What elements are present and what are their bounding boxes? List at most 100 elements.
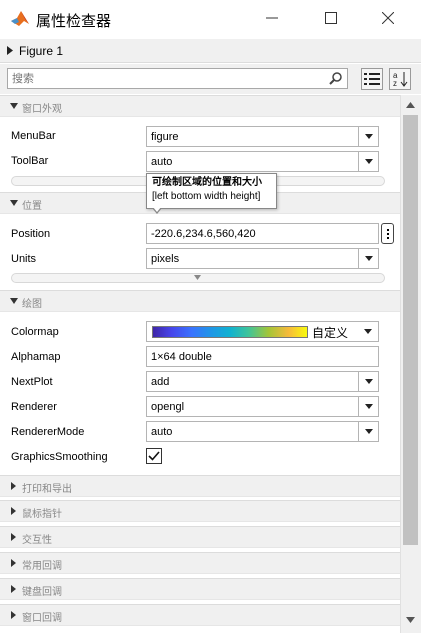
close-button[interactable]	[374, 6, 402, 30]
object-header[interactable]: Figure 1	[0, 39, 421, 63]
chevron-down-icon	[364, 134, 373, 139]
dropdown-arrow-button[interactable]	[358, 152, 378, 171]
scrollbar-thumb[interactable]	[403, 115, 418, 545]
prop-label-alphamap: Alphamap	[11, 351, 61, 363]
nextplot-value: add	[151, 376, 170, 388]
search-input[interactable]	[12, 71, 322, 86]
position-field[interactable]: -220.6,234.6,560,420	[146, 223, 379, 244]
section-label: 位置	[22, 201, 42, 212]
dropdown-arrow-button[interactable]	[358, 249, 378, 268]
expand-triangle-icon	[11, 507, 16, 515]
scroll-up-icon[interactable]	[406, 102, 415, 108]
chevron-down-icon	[194, 275, 201, 280]
scroll-down-icon[interactable]	[406, 617, 415, 623]
section-label: 窗口回调	[22, 613, 62, 624]
colormap-preview	[152, 326, 308, 338]
expand-triangle-icon	[11, 585, 16, 593]
renderermode-dropdown[interactable]: auto	[146, 421, 379, 442]
section-window-appearance[interactable]: 窗口外观	[0, 95, 400, 117]
search-toolbar: a z	[0, 64, 421, 94]
minimize-icon	[266, 17, 278, 19]
colormap-dropdown[interactable]: 自定义	[146, 321, 379, 342]
dot-icon	[386, 232, 389, 235]
tooltip-tail-fill	[153, 207, 161, 212]
renderer-value: opengl	[151, 401, 185, 413]
nextplot-dropdown[interactable]: add	[146, 371, 379, 392]
section-label: 交互性	[22, 535, 52, 546]
position-value: -220.6,234.6,560,420	[151, 228, 256, 240]
expand-triangle-icon	[11, 611, 16, 619]
dropdown-arrow-button[interactable]	[358, 372, 378, 391]
expand-triangle-icon	[11, 482, 16, 490]
dot-icon	[386, 236, 389, 239]
property-tooltip: 可绘制区域的位置和大小 [left bottom width height]	[146, 173, 277, 209]
prop-label-position: Position	[11, 228, 51, 240]
units-dropdown[interactable]: pixels	[146, 248, 379, 269]
prop-label-units: Units	[11, 253, 37, 265]
position-more-button[interactable]	[381, 223, 394, 244]
graphicssmoothing-checkbox[interactable]	[146, 448, 162, 464]
title-bar: 属性检查器	[0, 0, 421, 38]
vertical-scrollbar[interactable]	[400, 95, 421, 633]
prop-label-menubar: MenuBar	[11, 130, 56, 142]
toolbar-value: auto	[151, 156, 173, 168]
alphamap-field[interactable]: 1×64 double	[146, 346, 379, 367]
menubar-dropdown[interactable]: figure	[146, 126, 379, 147]
categorize-button[interactable]	[361, 68, 383, 90]
dropdown-arrow-button[interactable]	[358, 397, 378, 416]
collapse-triangle-icon	[10, 200, 18, 206]
section-label: 键盘回调	[22, 587, 62, 598]
sort-az-icon: a z	[393, 71, 408, 88]
object-label: Figure 1	[19, 44, 64, 58]
section-plotting[interactable]: 绘图	[0, 290, 400, 312]
section-window-callbacks[interactable]: 窗口回调	[0, 604, 400, 626]
checkmark-icon	[148, 451, 160, 461]
chevron-down-icon	[364, 329, 372, 334]
collapse-triangle-icon	[10, 298, 18, 304]
chevron-down-icon	[364, 256, 373, 261]
menubar-value: figure	[151, 131, 179, 143]
chevron-down-icon	[364, 159, 373, 164]
expand-triangle-icon	[7, 46, 13, 55]
window-title: 属性检查器	[36, 12, 112, 30]
section-label: 打印和导出	[22, 484, 72, 495]
expand-triangle-icon	[11, 533, 16, 541]
section-mouse-pointer[interactable]: 鼠标指针	[0, 500, 400, 522]
search-field[interactable]	[7, 68, 348, 89]
section-label: 鼠标指针	[22, 509, 62, 520]
colormap-value: 自定义	[312, 326, 349, 340]
more-properties-handle[interactable]	[11, 273, 385, 283]
expand-triangle-icon	[11, 559, 16, 567]
section-common-callbacks[interactable]: 常用回调	[0, 552, 400, 574]
section-label: 绘图	[22, 299, 42, 310]
prop-label-renderermode: RendererMode	[11, 426, 85, 438]
dropdown-arrow-button[interactable]	[358, 422, 378, 441]
renderer-dropdown[interactable]: opengl	[146, 396, 379, 417]
chevron-down-icon	[364, 429, 373, 434]
dropdown-arrow-button[interactable]	[358, 127, 378, 146]
prop-label-graphicssmoothing: GraphicsSmoothing	[11, 451, 108, 463]
maximize-button[interactable]	[317, 6, 345, 30]
dot-icon	[386, 228, 389, 231]
search-icon[interactable]	[329, 71, 343, 85]
prop-label-colormap: Colormap	[11, 326, 59, 338]
close-icon	[382, 12, 394, 24]
section-print-export[interactable]: 打印和导出	[0, 475, 400, 497]
section-keyboard-callbacks[interactable]: 键盘回调	[0, 578, 400, 600]
minimize-button[interactable]	[258, 6, 286, 30]
prop-label-nextplot: NextPlot	[11, 376, 53, 388]
alphamap-value: 1×64 double	[151, 351, 212, 363]
matlab-logo-icon	[11, 11, 29, 26]
maximize-icon	[325, 12, 337, 24]
prop-label-renderer: Renderer	[11, 401, 57, 413]
chevron-down-icon	[364, 379, 373, 384]
chevron-down-icon	[364, 404, 373, 409]
tooltip-subtitle: [left bottom width height]	[152, 191, 261, 202]
section-label: 常用回调	[22, 561, 62, 572]
sort-az-button[interactable]: a z	[389, 68, 411, 90]
units-value: pixels	[151, 253, 180, 265]
tooltip-title: 可绘制区域的位置和大小	[152, 177, 262, 188]
dropdown-arrow-button[interactable]	[358, 322, 378, 341]
toolbar-dropdown[interactable]: auto	[146, 151, 379, 172]
section-interactivity[interactable]: 交互性	[0, 526, 400, 548]
